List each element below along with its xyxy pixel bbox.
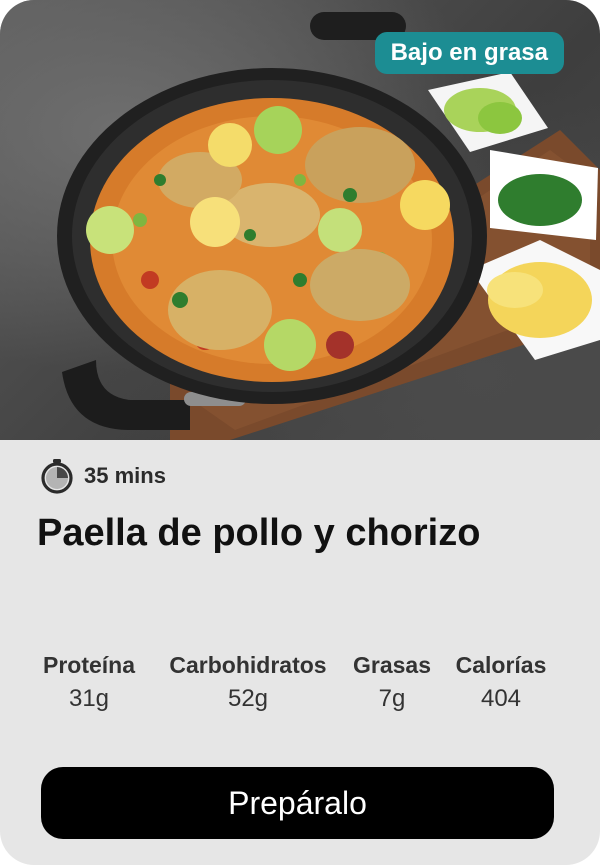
low-fat-badge: Bajo en grasa — [374, 32, 564, 74]
prepare-button[interactable]: Prepáralo — [41, 767, 554, 839]
recipe-info: 35 mins Paella de pollo y chorizo Proteí… — [0, 440, 600, 865]
macro-protein: Proteína 31g — [37, 652, 141, 713]
macro-value: 404 — [480, 685, 522, 712]
macro-label: Calorías — [455, 652, 547, 678]
macro-calories: Calorías 404 — [451, 652, 551, 713]
stopwatch-icon — [41, 459, 73, 494]
recipe-photo: Bajo en grasa — [0, 0, 600, 440]
recipe-title: Paella de pollo y chorizo — [37, 512, 481, 554]
macro-label: Grasas — [352, 652, 431, 678]
macro-value: 31g — [68, 685, 110, 712]
macro-value: 52g — [227, 685, 269, 712]
cook-time-text: 35 mins — [84, 463, 166, 488]
macro-fat: Grasas 7g — [350, 652, 434, 713]
macro-carbs: Carbohidratos 52g — [160, 652, 336, 713]
macros-row: Proteína 31g Carbohidratos 52g Grasas 7g… — [0, 652, 600, 722]
cook-time: 35 mins — [40, 458, 166, 494]
macro-value: 7g — [378, 685, 406, 712]
macro-label: Proteína — [42, 652, 136, 678]
macro-label: Carbohidratos — [169, 652, 327, 678]
recipe-card[interactable]: Bajo en grasa 35 mins Paella de pollo y … — [0, 0, 600, 865]
